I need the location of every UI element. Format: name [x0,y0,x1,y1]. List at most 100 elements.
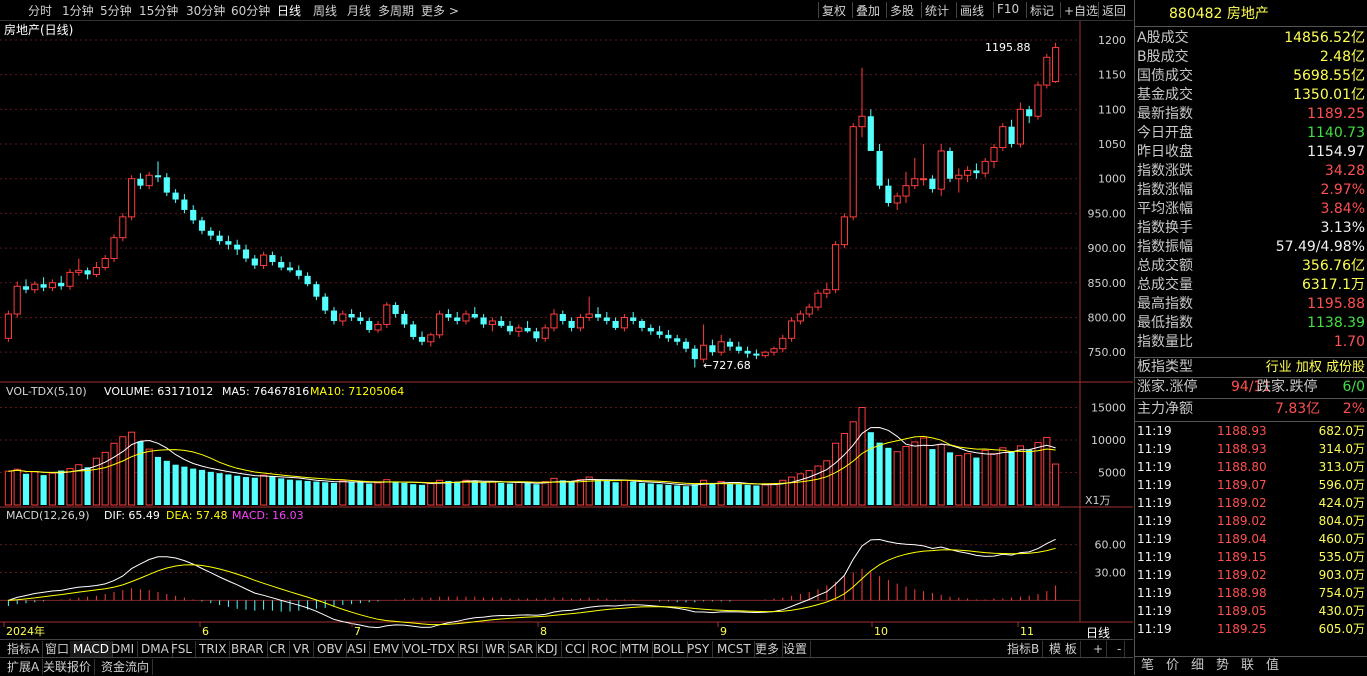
indicator-tab-19[interactable]: ROC [588,641,622,657]
period-tab-6[interactable]: 日线 [277,2,301,19]
toolbar-button-5[interactable]: F10 [997,2,1019,16]
candle-body [876,150,883,186]
toolbar-button-1[interactable]: 叠加 [856,2,880,19]
tick-row[interactable]: 11:19 1189.04 460.0万 [1137,530,1365,548]
candle-body [154,175,162,178]
period-tab-10[interactable]: 更多 > [421,2,459,19]
tick-row[interactable]: 11:19 1189.02 903.0万 [1137,566,1365,584]
volume-bar [225,474,232,505]
indicator-tab-6[interactable]: TRIX [196,641,231,657]
volume-bar [717,481,725,506]
toolbar-button-0[interactable]: 复权 [822,2,846,19]
indicator-tab-5[interactable]: FSL [168,641,196,657]
period-tab-4[interactable]: 30分钟 [186,2,225,19]
volume-bar [920,437,928,506]
volume-bar [471,480,478,505]
tick-row[interactable]: 11:19 1189.02 424.0万 [1137,494,1365,512]
period-tab-0[interactable]: 分时 [28,2,52,19]
indicator-tab-0[interactable]: 指标A [4,641,44,657]
period-tab-2[interactable]: 5分钟 [100,2,132,19]
tick-row[interactable]: 11:19 1188.80 313.0万 [1137,458,1365,476]
candle-body [13,285,21,315]
panel-tab-5[interactable]: 值 [1266,657,1279,675]
stat-row: 国债成交 5698.55亿 [1137,67,1365,86]
indicator-tab-2[interactable]: MACD [70,641,113,657]
indicator-tab-20[interactable]: MTM [618,641,654,657]
candle-body [506,325,514,332]
period-tab-1[interactable]: 1分钟 [62,2,94,19]
indicator-tab-21[interactable]: BOLL [650,641,688,657]
indicator-tab-14[interactable]: RSI [456,641,483,657]
tick-time: 11:19 [1137,496,1172,510]
period-tab-7[interactable]: 周线 [313,2,337,19]
tick-time: 11:19 [1137,622,1172,636]
indicator-tab-16[interactable]: SAR [506,641,538,657]
tick-row[interactable]: 11:19 1188.93 682.0万 [1137,422,1365,440]
indicator-tab-12[interactable]: EMV [370,641,404,657]
stat-row: B股成交 2.48亿 [1137,48,1365,67]
indicator-tab-24[interactable]: 更多 [752,641,784,657]
tick-row[interactable]: 11:19 1189.05 430.0万 [1137,602,1365,620]
indicator-tab-3[interactable]: DMI [108,641,139,657]
indicator-tab-1[interactable]: 窗口 [42,641,74,657]
panel-tab-2[interactable]: 细 [1191,657,1204,675]
candle-body [1052,47,1060,83]
indicator-tab-7[interactable]: BRAR [228,641,268,657]
volume-bar [1008,451,1015,505]
tick-row[interactable]: 11:19 1189.07 596.0万 [1137,476,1365,494]
indicator-tab-17[interactable]: KDJ [534,641,562,657]
indicator-tab-22[interactable]: PSY [684,641,714,657]
kline-chart-svg[interactable]: 房地产(日线) 1200 1150 1100 1050 1000 950.00 900.00… [0,21,1133,639]
volume-bar [119,436,127,506]
indicator-tab-23[interactable]: MCST [714,641,755,657]
period-tab-8[interactable]: 月线 [347,2,371,19]
toolbar-button-8[interactable]: 返回 [1102,2,1126,19]
indicator-right-0[interactable]: 指标B [1004,641,1044,657]
volume-bar [84,467,91,505]
indicator-right-3[interactable]: - [1114,641,1126,657]
tick-row[interactable]: 11:19 1189.25 605.0万 [1137,620,1365,638]
extension-tab-2[interactable]: 资金流向 [98,659,154,675]
extension-tab-1[interactable]: 关联报价 [40,659,96,675]
indicator-tab-11[interactable]: ASI [344,641,371,657]
candle-body [805,306,813,315]
toolbar-button-7[interactable]: +自选 [1064,2,1098,19]
panel-tab-4[interactable]: 联 [1241,657,1254,675]
indicator-tab-25[interactable]: 设置 [780,641,812,657]
toolbar-button-6[interactable]: 标记 [1030,2,1054,19]
tick-row[interactable]: 11:19 1188.93 314.0万 [1137,440,1365,458]
volume-bar [357,482,364,505]
volume-bar [488,481,496,506]
period-tab-9[interactable]: 多周期 [378,2,414,19]
tick-row[interactable]: 11:19 1188.98 754.0万 [1137,584,1365,602]
tick-price: 1189.07 [1217,478,1267,492]
tick-price: 1188.80 [1217,460,1267,474]
indicator-tab-8[interactable]: CR [266,641,290,657]
candle-body [964,169,972,176]
period-tab-3[interactable]: 15分钟 [139,2,178,19]
date-label: 11 [1020,625,1034,638]
candle-body [840,216,848,246]
tick-row[interactable]: 11:19 1189.02 804.0万 [1137,512,1365,530]
extension-tab-0[interactable]: 扩展A [4,659,44,675]
indicator-right-2[interactable]: + [1090,641,1108,657]
period-tab-5[interactable]: 60分钟 [231,2,270,19]
kline-chart-area[interactable]: 房地产(日线) 1200 1150 1100 1050 1000 950.00 900.00… [0,21,1133,650]
tick-time: 11:19 [1137,442,1172,456]
panel-tab-1[interactable]: 价 [1166,657,1179,675]
stat-value: 2.48亿 [1319,49,1365,65]
candle-body [366,320,373,330]
indicator-tab-9[interactable]: VR [290,641,314,657]
tick-row[interactable]: 11:19 1189.15 535.0万 [1137,548,1365,566]
indicator-tab-13[interactable]: VOL-TDX [400,641,459,657]
toolbar-button-4[interactable]: 画线 [960,2,984,19]
toolbar-button-3[interactable]: 统计 [925,2,949,19]
panel-tab-3[interactable]: 势 [1216,657,1229,675]
toolbar-button-2[interactable]: 多股 [890,2,914,19]
indicator-tab-10[interactable]: OBV [314,641,347,657]
candle-body [128,178,136,218]
indicator-tab-18[interactable]: CCI [562,641,590,657]
price-tick-label: 750.00 [1088,346,1127,359]
panel-tab-0[interactable]: 笔 [1141,657,1154,675]
indicator-right-1[interactable]: 模 板 [1046,641,1081,657]
